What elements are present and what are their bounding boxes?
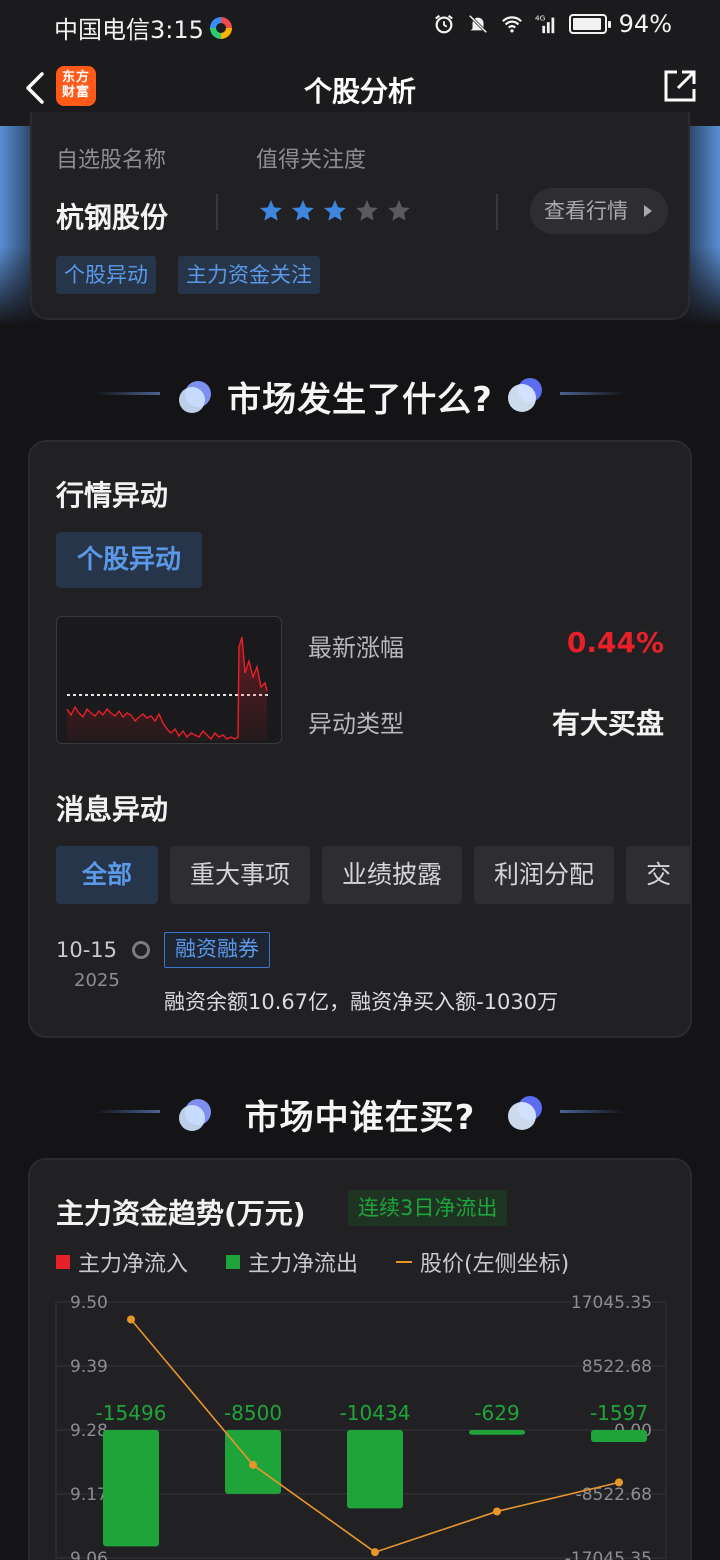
svg-text:4G: 4G <box>535 13 546 22</box>
anomaly-type-value: 有大买盘 <box>551 707 664 740</box>
y-right-tick: -8522.68 <box>576 1485 652 1505</box>
share-icon[interactable] <box>662 68 698 104</box>
price-point <box>615 1478 623 1487</box>
y-right-tick: -17045.35 <box>565 1549 652 1560</box>
section-title: 市场中谁在买? <box>244 1098 476 1138</box>
latest-change-label: 最新涨幅 <box>308 634 404 662</box>
bar-value-label: -629 <box>474 1401 519 1425</box>
attention-stars <box>258 198 412 224</box>
bar-value-label: -8500 <box>224 1401 282 1425</box>
status-bar: 中国电信3:15 4G 94% <box>0 0 720 50</box>
chevron-right-icon <box>644 205 652 217</box>
star-filled-icon <box>324 200 346 221</box>
legend-price[interactable]: 股价(左侧坐标) <box>396 1246 569 1278</box>
star-filled-icon <box>292 200 314 221</box>
star-empty-icon <box>356 200 378 221</box>
tag-main-fund[interactable]: 主力资金关注 <box>178 256 320 294</box>
red-square-icon <box>56 1255 70 1269</box>
star-empty-icon <box>388 200 410 221</box>
tab-more[interactable]: 交 <box>626 846 690 904</box>
divider <box>496 194 498 230</box>
bar-value-label: -10434 <box>340 1401 411 1425</box>
news-date: 10-15 <box>56 938 118 962</box>
legend-inflow[interactable]: 主力净流入 <box>56 1246 188 1278</box>
orange-line-icon <box>396 1261 413 1263</box>
section-header-who-buying: 市场中谁在买? <box>0 1082 720 1142</box>
trend-tag: 连续3日净流出 <box>348 1190 508 1226</box>
bubble-icon <box>508 378 542 412</box>
latest-change-value: 0.44% <box>566 626 664 659</box>
bar <box>103 1430 159 1547</box>
alarm-icon <box>434 14 453 34</box>
y-left-tick: 9.17 <box>70 1485 108 1505</box>
chart-legend: 主力净流入 主力净流出 股价(左侧坐标) <box>56 1246 607 1278</box>
price-point <box>493 1507 501 1516</box>
price-point <box>249 1460 257 1469</box>
y-left-tick: 9.06 <box>70 1549 108 1560</box>
stock-name: 杭钢股份 <box>56 201 169 234</box>
tag-stock-anomaly[interactable]: 个股异动 <box>56 256 156 294</box>
market-heading: 行情异动 <box>56 479 169 512</box>
attention-label: 值得关注度 <box>256 148 367 173</box>
intraday-mini-chart[interactable] <box>56 616 282 744</box>
page-title: 个股分析 <box>303 75 416 108</box>
bar <box>591 1430 647 1442</box>
fund-heading: 主力资金趋势(万元) <box>56 1197 306 1230</box>
price-point <box>371 1548 379 1557</box>
market-anomaly-card: 行情异动 个股异动 最新涨幅 0.44% 异动类型 有大买盘 消息异动 全部 重大… <box>28 440 692 1038</box>
main-fund-trend-card: 主力资金趋势(万元) 连续3日净流出 主力净流入 主力净流出 股价(左侧坐标) … <box>28 1158 692 1560</box>
stock-anomaly-tag[interactable]: 个股异动 <box>56 532 202 588</box>
timeline-dot-icon <box>132 941 150 959</box>
y-right-tick: 17045.35 <box>571 1293 652 1313</box>
green-square-icon <box>226 1255 241 1269</box>
view-quote-button[interactable]: 查看行情 <box>530 188 668 234</box>
bar-value-label: -1597 <box>590 1401 648 1425</box>
app-notification-icon <box>209 16 232 39</box>
view-quote-label: 查看行情 <box>544 199 628 223</box>
fund-trend-chart[interactable]: 9.5017045.359.398522.689.280.009.17-8522… <box>30 1280 694 1560</box>
anomaly-type-label: 异动类型 <box>308 710 404 738</box>
news-category-tag[interactable]: 融资融券 <box>164 932 270 968</box>
intraday-sparkline <box>66 636 269 741</box>
tab-major-events[interactable]: 重大事项 <box>170 846 311 904</box>
signal-icon: 4G <box>535 13 554 34</box>
y-right-tick: 8522.68 <box>582 1357 652 1377</box>
news-heading: 消息异动 <box>56 793 169 826</box>
y-left-tick: 9.39 <box>70 1357 108 1377</box>
news-year: 2025 <box>74 970 120 991</box>
y-left-tick: 9.50 <box>70 1293 108 1313</box>
battery-icon <box>568 14 611 34</box>
divider <box>216 194 218 230</box>
bubble-icon <box>508 1096 542 1130</box>
tab-all[interactable]: 全部 <box>56 846 159 904</box>
battery-level: 94% <box>618 10 672 38</box>
carrier-time: 中国电信3:15 <box>54 16 204 44</box>
news-item-text[interactable]: 融资余额10.67亿，融资净买入额-1030万 <box>164 986 558 1016</box>
stock-summary-card: 自选股名称 值得关注度 杭钢股份 查看行情 个股异动 主力资金关注 <box>30 112 690 320</box>
price-point <box>127 1315 135 1324</box>
legend-outflow[interactable]: 主力净流出 <box>226 1246 358 1278</box>
mute-icon <box>468 14 487 34</box>
bar-value-label: -15496 <box>96 1401 167 1425</box>
star-filled-icon <box>260 200 282 221</box>
news-tabs: 全部 重大事项 业绩披露 利润分配交 <box>56 846 690 904</box>
bar <box>347 1430 403 1509</box>
tab-earnings[interactable]: 业绩披露 <box>322 846 463 904</box>
wifi-icon <box>501 16 522 33</box>
bar <box>469 1430 525 1435</box>
section-title: 市场发生了什么? <box>227 380 493 420</box>
section-header-what-happened: 市场发生了什么? <box>0 364 720 424</box>
tab-dividend[interactable]: 利润分配 <box>474 846 615 904</box>
stock-name-label: 自选股名称 <box>56 148 167 173</box>
